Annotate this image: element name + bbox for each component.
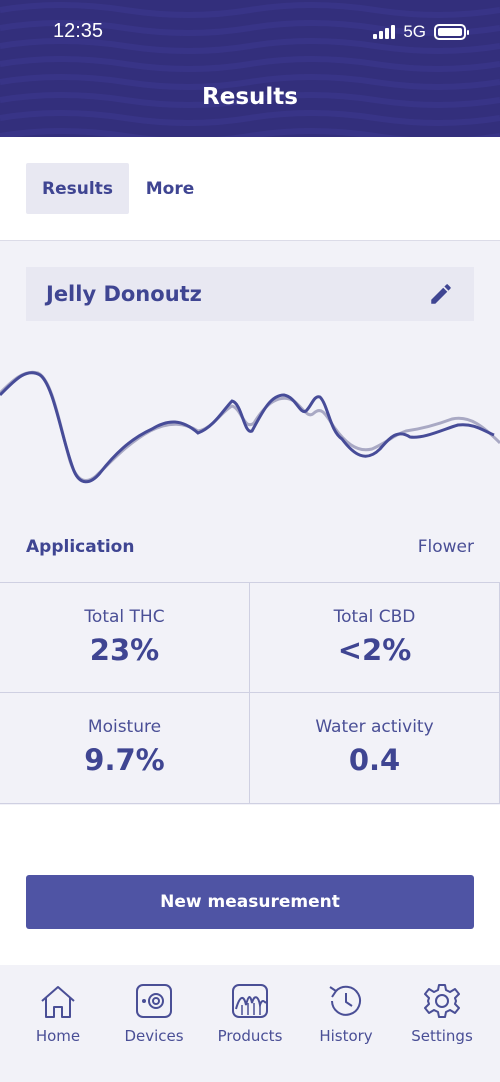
status-time: 12:35 — [53, 20, 104, 42]
bottom-nav: Home Devices Products History Settings — [0, 965, 500, 1082]
page-title: Results — [202, 84, 298, 110]
product-name: Jelly Donoutz — [46, 282, 202, 306]
nav-history[interactable]: History — [298, 983, 394, 1045]
metric-value: 0.4 — [348, 743, 401, 777]
metric-label: Total CBD — [333, 607, 416, 627]
status-indicators: 5G — [373, 22, 469, 42]
application-label: Application — [26, 537, 135, 557]
metric-total-thc: Total THC 23% — [0, 583, 250, 693]
tab-results[interactable]: Results — [26, 163, 129, 214]
metric-total-cbd: Total CBD <2% — [250, 583, 500, 693]
nav-home[interactable]: Home — [10, 983, 106, 1045]
metric-water-activity: Water activity 0.4 — [250, 693, 500, 803]
application-value: Flower — [417, 537, 474, 557]
signal-icon — [373, 25, 396, 39]
gear-icon — [424, 984, 460, 1018]
nav-label: History — [319, 1027, 373, 1045]
new-measurement-button[interactable]: New measurement — [26, 875, 474, 929]
nav-label: Devices — [124, 1027, 184, 1045]
nav-devices[interactable]: Devices — [106, 983, 202, 1045]
battery-icon — [434, 24, 469, 40]
metric-label: Water activity — [315, 717, 434, 737]
metric-value: 23% — [89, 633, 160, 667]
product-card[interactable]: Jelly Donoutz — [26, 267, 474, 321]
results-content: Jelly Donoutz Application Flower Total T… — [0, 241, 500, 805]
network-label: 5G — [403, 22, 426, 41]
history-icon — [329, 985, 361, 1016]
metric-label: Total THC — [84, 607, 165, 627]
edit-icon[interactable] — [428, 281, 454, 307]
application-row: Application Flower — [26, 537, 474, 557]
metric-label: Moisture — [87, 717, 162, 737]
metric-moisture: Moisture 9.7% — [0, 693, 250, 803]
products-icon — [232, 984, 268, 1018]
reference-curve-line — [0, 370, 500, 482]
nav-label: Home — [35, 1027, 81, 1045]
nav-settings[interactable]: Settings — [394, 983, 490, 1045]
metric-value: <2% — [337, 633, 412, 667]
nav-label: Settings — [411, 1027, 473, 1045]
nav-label: Products — [217, 1027, 283, 1045]
device-icon — [136, 984, 172, 1018]
metrics-grid: Total THC 23% Total CBD <2% Moisture 9.7… — [0, 582, 500, 804]
tab-bar: Results More — [0, 137, 500, 241]
spectrum-curve — [0, 370, 500, 484]
nav-products[interactable]: Products — [202, 983, 298, 1045]
home-icon — [41, 986, 75, 1018]
metric-value: 9.7% — [84, 743, 165, 777]
tab-more[interactable]: More — [137, 163, 203, 214]
app-header: 12:35 5G Results — [0, 0, 500, 137]
